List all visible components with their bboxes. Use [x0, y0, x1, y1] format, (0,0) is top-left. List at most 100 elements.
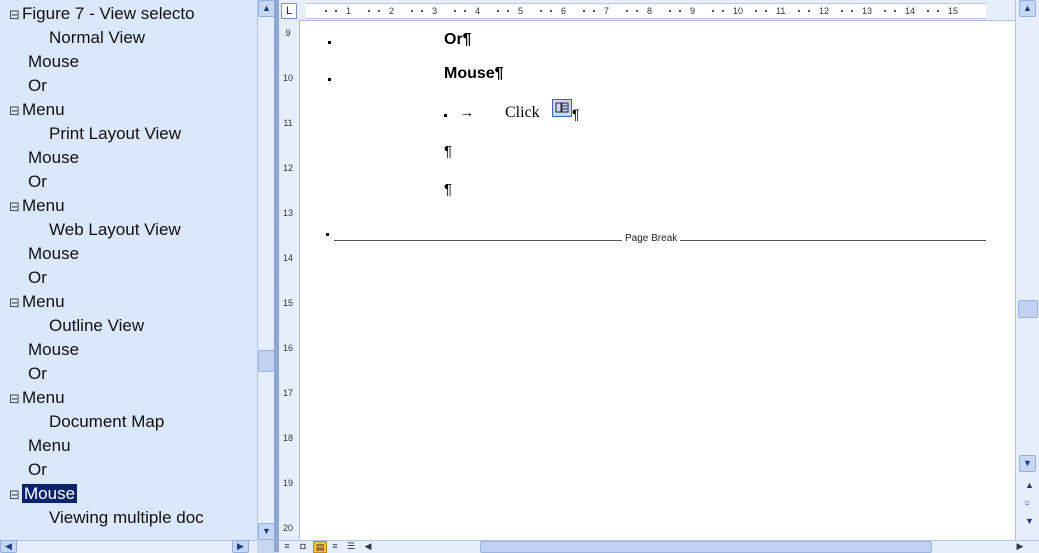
document-scroll-thumb[interactable]	[1018, 300, 1038, 318]
page-break-label: Page Break	[622, 233, 681, 244]
mouse-paragraph[interactable]: Mouse¶	[444, 65, 504, 83]
document-map-item-label: Mouse	[28, 340, 80, 359]
document-map-item[interactable]: ⊟ Mouse	[8, 482, 78, 507]
reading-layout-view-icon[interactable]: ≡	[329, 541, 341, 551]
select-browse-object-icon[interactable]: ○	[1024, 498, 1030, 509]
document-map-item[interactable]: Mouse	[28, 338, 79, 362]
document-map-item[interactable]: ⊟ Figure 7 - View selecto	[8, 2, 195, 26]
scroll-down-arrow-icon[interactable]: ▼	[1019, 455, 1036, 472]
ruler-tick	[636, 10, 638, 12]
ruler-tick	[841, 10, 843, 12]
ruler-scale[interactable]: 1 2 3 4 5 6 7 8 9 10 11 12 13 14 15	[306, 3, 986, 19]
document-map-item[interactable]: Or	[28, 458, 47, 482]
document-map-item-label: Or	[28, 172, 47, 191]
ruler-number: 15	[282, 298, 293, 308]
document-map-item[interactable]: Viewing multiple doc	[49, 506, 204, 530]
document-map-item[interactable]: Web Layout View	[49, 218, 181, 242]
document-map-item[interactable]: Outline View	[49, 314, 144, 338]
web-layout-view-icon[interactable]: ◘	[297, 541, 309, 551]
ruler-number: 10	[282, 73, 293, 83]
document-map-item-label: Or	[28, 76, 47, 95]
scroll-up-arrow-icon[interactable]: ▲	[1019, 0, 1036, 17]
document-map-item[interactable]: ⊟ Menu	[8, 194, 64, 219]
ruler-tick	[712, 10, 714, 12]
document-map-item[interactable]: ⊟ Menu	[8, 290, 64, 315]
document-map-item[interactable]: Or	[28, 362, 47, 386]
scroll-left-arrow-icon[interactable]: ◀	[0, 540, 17, 553]
ruler-tick	[755, 10, 757, 12]
document-map-item[interactable]: Mouse	[28, 242, 79, 266]
document-map-item-label: Or	[28, 364, 47, 383]
tab-selector-icon[interactable]: L	[281, 3, 297, 19]
document-map-item-label: Figure 7 - View selecto	[22, 4, 195, 23]
ruler-tick	[593, 10, 595, 12]
document-map-item[interactable]: Menu	[28, 434, 71, 458]
ruler-number: 11	[776, 6, 786, 16]
document-horizontal-scroll-thumb[interactable]	[480, 541, 932, 553]
next-page-icon[interactable]: ▼	[1025, 516, 1034, 526]
document-map-item[interactable]: Or	[28, 170, 47, 194]
collapse-toggle-icon[interactable]: ⊟	[8, 387, 21, 411]
document-map-horizontal-scrollbar[interactable]: ◀ ▶	[0, 540, 257, 553]
document-map-item[interactable]: Print Layout View	[49, 122, 181, 146]
document-map-item[interactable]: Document Map	[49, 410, 164, 434]
outline-view-icon[interactable]: ☰	[345, 541, 357, 551]
collapse-toggle-icon[interactable]: ⊟	[8, 483, 21, 507]
or-paragraph[interactable]: Or¶	[444, 31, 472, 49]
ruler-number: 14	[282, 253, 293, 263]
collapse-toggle-icon[interactable]: ⊟	[8, 195, 21, 219]
document-vertical-scrollbar[interactable]: ▲ ▼ ▲ ○ ▼	[1015, 0, 1039, 540]
click-text[interactable]: Click	[505, 104, 540, 122]
document-map-item[interactable]: Normal View	[49, 26, 145, 50]
document-map-item[interactable]: Or	[28, 266, 47, 290]
ruler-number: 2	[389, 6, 395, 16]
ruler-tick	[550, 10, 552, 12]
document-map-item[interactable]: Mouse	[28, 146, 79, 170]
scroll-down-arrow-icon[interactable]: ▼	[258, 523, 275, 540]
document-map-vertical-scrollbar[interactable]: ▲ ▼	[257, 0, 275, 540]
ruler-tick	[722, 10, 724, 12]
ruler-tick	[325, 10, 327, 12]
print-layout-view-icon[interactable]: ▤	[313, 541, 327, 553]
scroll-left-arrow-icon[interactable]: ◀	[362, 541, 374, 551]
document-map-pane[interactable]: ⊟ Figure 7 - View selecto Normal View Mouse…	[0, 0, 257, 540]
ruler-number: 9	[285, 28, 291, 38]
collapse-toggle-icon[interactable]: ⊟	[8, 291, 21, 315]
empty-paragraph-1[interactable]: ¶	[444, 143, 452, 160]
scroll-up-arrow-icon[interactable]: ▲	[258, 0, 275, 17]
collapse-toggle-icon[interactable]: ⊟	[8, 99, 21, 123]
ruler-number: 17	[282, 388, 293, 398]
ruler-number: 19	[282, 478, 293, 488]
ruler-tick	[411, 10, 413, 12]
ruler-tick	[626, 10, 628, 12]
document-map-item-label: Or	[28, 460, 47, 479]
scroll-right-arrow-icon[interactable]: ▶	[1014, 541, 1026, 551]
collapse-toggle-icon[interactable]: ⊟	[8, 3, 21, 27]
ruler-tick	[669, 10, 671, 12]
ruler-number: 13	[862, 6, 873, 16]
scroll-right-arrow-icon[interactable]: ▶	[232, 540, 249, 553]
ruler-tick	[894, 10, 896, 12]
document-map-item-label: Mouse	[28, 52, 80, 71]
document-map-item-label: Mouse	[28, 244, 80, 263]
vertical-ruler[interactable]: 9 10 11 12 13 14 15 16 17 18 19 20	[279, 20, 300, 540]
horizontal-ruler[interactable]: L 1 2 3 4 5 6 7 8 9 10 11 12 13 14 15	[279, 0, 1019, 21]
ruler-tick	[454, 10, 456, 12]
document-map-item[interactable]: ⊟ Menu	[8, 98, 64, 123]
document-map-item[interactable]: Or	[28, 74, 47, 98]
ruler-tick	[421, 10, 423, 12]
document-map-item[interactable]: Mouse	[28, 50, 79, 74]
document-page[interactable]: Or¶ Mouse¶ → Click ¶ ¶ ¶ Page Break	[300, 21, 1015, 540]
document-map-item-label: Normal View	[49, 28, 146, 47]
previous-page-icon[interactable]: ▲	[1025, 480, 1034, 490]
document-map-item[interactable]: ⊟ Menu	[8, 386, 64, 411]
ruler-number: 4	[475, 6, 481, 16]
ruler-tick	[927, 10, 929, 12]
document-map-scroll-thumb[interactable]	[258, 350, 275, 372]
normal-view-icon[interactable]: ≡	[281, 541, 293, 551]
ruler-number: 3	[432, 6, 438, 16]
empty-paragraph-2[interactable]: ¶	[444, 181, 452, 198]
ruler-number: 18	[282, 433, 293, 443]
pilcrow: ¶	[572, 106, 580, 122]
document-map-item-label: Document Map	[49, 412, 165, 431]
